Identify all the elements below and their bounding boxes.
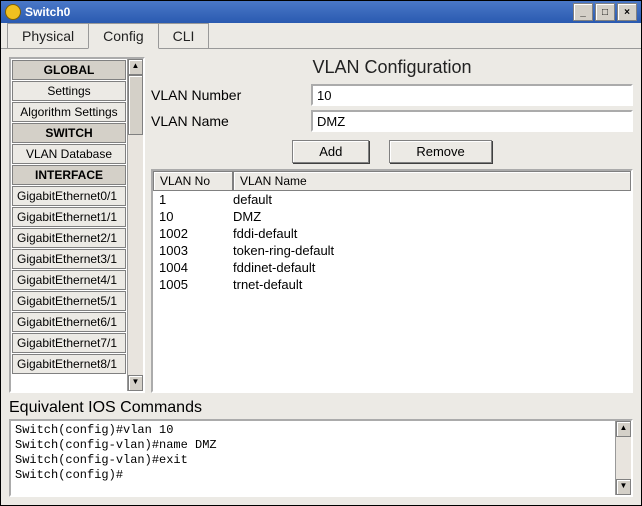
cell-vlan-no: 1005 [153,277,233,292]
button-row: Add Remove [151,140,633,163]
sidebar-item-interface[interactable]: GigabitEthernet0/1 [12,186,126,206]
table-row[interactable]: 1003token-ring-default [153,242,631,259]
tab-config[interactable]: Config [88,23,158,49]
panel-title: VLAN Configuration [151,57,633,78]
cell-vlan-name: fddi-default [233,226,631,241]
scroll-thumb[interactable] [128,75,143,135]
cell-vlan-name: DMZ [233,209,631,224]
sidebar-item-interface[interactable]: GigabitEthernet4/1 [12,270,126,290]
config-panel: VLAN Configuration VLAN Number VLAN Name… [151,57,633,393]
cell-vlan-name: fddinet-default [233,260,631,275]
col-vlan-no[interactable]: VLAN No [153,171,233,191]
cell-vlan-name: trnet-default [233,277,631,292]
ios-title: Equivalent IOS Commands [9,399,633,417]
cell-vlan-no: 1002 [153,226,233,241]
vlan-name-input[interactable] [311,110,633,132]
cell-vlan-no: 1004 [153,260,233,275]
sidebar-header-global: GLOBAL [12,60,126,80]
table-header: VLAN No VLAN Name [153,171,631,191]
cell-vlan-no: 1003 [153,243,233,258]
ios-scrollbar[interactable]: ▲ ▼ [615,421,631,495]
sidebar-item-algorithm[interactable]: Algorithm Settings [12,102,126,122]
sidebar-item-interface[interactable]: GigabitEthernet5/1 [12,291,126,311]
sidebar-item-interface[interactable]: GigabitEthernet3/1 [12,249,126,269]
tab-bar: Physical Config CLI [1,23,641,49]
cell-vlan-no: 10 [153,209,233,224]
table-row[interactable]: 1005trnet-default [153,276,631,293]
maximize-button[interactable]: □ [595,3,615,21]
sidebar-item-vlan-database[interactable]: VLAN Database [12,144,126,164]
ios-text[interactable]: Switch(config)#vlan 10 Switch(config-vla… [11,421,615,495]
sidebar-header-interface: INTERFACE [12,165,126,185]
vlan-number-label: VLAN Number [151,87,311,103]
titlebar: Switch0 _ □ × [1,1,641,23]
scroll-up-icon[interactable]: ▲ [128,59,143,75]
vlan-name-row: VLAN Name [151,110,633,132]
scroll-down-icon[interactable]: ▼ [128,375,143,391]
scroll-down-icon[interactable]: ▼ [616,479,631,495]
app-icon [5,4,21,20]
scroll-up-icon[interactable]: ▲ [616,421,631,437]
sidebar-item-interface[interactable]: GigabitEthernet1/1 [12,207,126,227]
window-title: Switch0 [25,5,571,19]
sidebar-item-interface[interactable]: GigabitEthernet2/1 [12,228,126,248]
vlan-number-input[interactable] [311,84,633,106]
tab-cli[interactable]: CLI [158,23,210,48]
add-button[interactable]: Add [292,140,369,163]
scroll-track[interactable] [616,437,631,479]
col-vlan-name[interactable]: VLAN Name [233,171,631,191]
minimize-button[interactable]: _ [573,3,593,21]
sidebar-scrollbar[interactable]: ▲ ▼ [127,59,143,391]
ios-section: Equivalent IOS Commands Switch(config)#v… [9,399,633,497]
sidebar-header-switch: SWITCH [12,123,126,143]
close-button[interactable]: × [617,3,637,21]
sidebar-item-interface[interactable]: GigabitEthernet6/1 [12,312,126,332]
sidebar-item-settings[interactable]: Settings [12,81,126,101]
table-row[interactable]: 1default [153,191,631,208]
cell-vlan-no: 1 [153,192,233,207]
table-row[interactable]: 1004fddinet-default [153,259,631,276]
sidebar-list: GLOBAL Settings Algorithm Settings SWITC… [11,59,127,391]
vlan-number-row: VLAN Number [151,84,633,106]
content-area: GLOBAL Settings Algorithm Settings SWITC… [1,49,641,505]
vlan-name-label: VLAN Name [151,113,311,129]
cell-vlan-name: token-ring-default [233,243,631,258]
main-area: GLOBAL Settings Algorithm Settings SWITC… [9,57,633,393]
ios-commands-box: Switch(config)#vlan 10 Switch(config-vla… [9,419,633,497]
sidebar-item-interface[interactable]: GigabitEthernet8/1 [12,354,126,374]
sidebar-item-interface[interactable]: GigabitEthernet7/1 [12,333,126,353]
table-row[interactable]: 1002fddi-default [153,225,631,242]
config-sidebar: GLOBAL Settings Algorithm Settings SWITC… [9,57,145,393]
app-window: Switch0 _ □ × Physical Config CLI GLOBAL… [0,0,642,506]
remove-button[interactable]: Remove [389,140,491,163]
table-body: 1default10DMZ1002fddi-default1003token-r… [153,191,631,391]
cell-vlan-name: default [233,192,631,207]
vlan-table: VLAN No VLAN Name 1default10DMZ1002fddi-… [151,169,633,393]
tab-physical[interactable]: Physical [7,23,89,48]
scroll-track[interactable] [128,75,143,375]
table-row[interactable]: 10DMZ [153,208,631,225]
